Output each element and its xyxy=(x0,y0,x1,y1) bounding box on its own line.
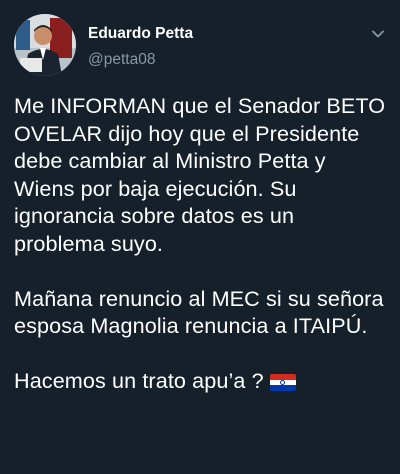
tweet-text: Me INFORMAN que el Senador BETO OVELAR d… xyxy=(14,92,386,395)
avatar-image xyxy=(14,14,76,76)
tweet-paragraph: Me INFORMAN que el Senador BETO OVELAR d… xyxy=(14,93,386,256)
avatar[interactable] xyxy=(14,14,76,76)
tweet-header: Eduardo Petta @petta08 xyxy=(14,14,386,78)
tweet-paragraph: Mañana renuncio al MEC si su señora espo… xyxy=(14,285,384,339)
tweet-card: Eduardo Petta @petta08 Me INFORMAN que e… xyxy=(0,0,400,474)
user-handle[interactable]: @petta08 xyxy=(88,50,193,70)
chevron-down-icon[interactable] xyxy=(370,26,386,42)
tweet-paragraph: Hacemos un trato apu’a ? xyxy=(14,368,264,393)
paraguay-flag-icon xyxy=(269,374,296,391)
display-name[interactable]: Eduardo Petta xyxy=(88,24,193,44)
author-names: Eduardo Petta @petta08 xyxy=(88,24,193,70)
